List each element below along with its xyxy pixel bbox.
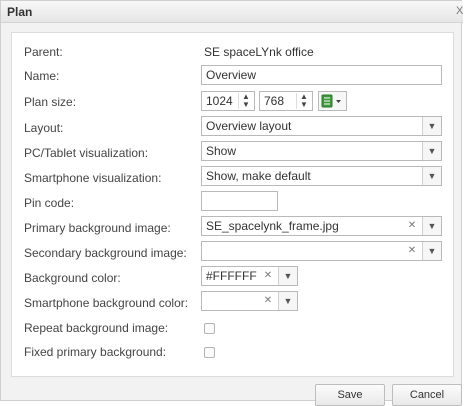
close-icon[interactable]: X [456, 5, 463, 17]
clear-icon[interactable]: ✕ [405, 218, 419, 234]
primary-bg-label: Primary background image: [24, 221, 171, 235]
chevron-down-icon[interactable]: ▼ [422, 217, 441, 235]
plan-height-input[interactable]: 768 ▲ ▼ [259, 91, 313, 111]
pc-tablet-label: PC/Tablet visualization: [24, 146, 149, 160]
layout-select[interactable]: Overview layout ▼ [201, 116, 442, 136]
secondary-bg-select[interactable]: ✕ ▼ [201, 241, 442, 261]
layout-select-value: Overview layout [206, 119, 292, 133]
clear-icon[interactable]: ✕ [261, 293, 275, 309]
width-spinner-icon[interactable]: ▲ ▼ [238, 93, 253, 109]
clear-icon[interactable]: ✕ [405, 243, 419, 259]
bg-color-picker[interactable]: #FFFFFF ✕ ▼ [201, 266, 298, 286]
parent-label: Parent: [24, 45, 63, 59]
name-input[interactable]: Overview [201, 65, 442, 85]
name-input-value: Overview [206, 68, 257, 82]
pc-tablet-select[interactable]: Show ▼ [201, 141, 442, 161]
repeat-bg-label: Repeat background image: [24, 321, 169, 335]
smartphone-label: Smartphone visualization: [24, 171, 162, 185]
bg-color-value: #FFFFFF [206, 269, 257, 283]
dialog-title: Plan [7, 5, 33, 19]
chevron-down-icon[interactable]: ▼ [422, 242, 441, 260]
primary-bg-select[interactable]: SE_spacelynk_frame.jpg ✕ ▼ [201, 216, 442, 236]
plan-dialog: Plan X Parent: SE spaceLYnk office Name:… [0, 0, 463, 406]
resize-icon [321, 94, 341, 108]
smartphone-select-value: Show, make default [206, 169, 311, 183]
plan-size-menu-button[interactable] [318, 91, 347, 111]
height-spinner-icon[interactable]: ▲ ▼ [296, 93, 311, 109]
pin-code-label: Pin code: [24, 196, 75, 210]
clear-icon[interactable]: ✕ [261, 268, 275, 284]
chevron-down-icon[interactable]: ▼ [278, 292, 297, 310]
dialog-titlebar[interactable]: Plan X [1, 1, 463, 23]
primary-bg-value: SE_spacelynk_frame.jpg [206, 219, 339, 233]
parent-value: SE spaceLYnk office [204, 45, 314, 59]
secondary-bg-label: Secondary background image: [24, 246, 187, 260]
chevron-down-icon[interactable]: ▼ [422, 167, 441, 185]
bg-color-label: Background color: [24, 271, 121, 285]
pc-tablet-select-value: Show [206, 144, 237, 158]
smartphone-select[interactable]: Show, make default ▼ [201, 166, 442, 186]
plan-width-input[interactable]: 1024 ▲ ▼ [201, 91, 255, 111]
smartphone-bg-color-label: Smartphone background color: [24, 296, 189, 310]
repeat-bg-checkbox[interactable] [204, 323, 215, 334]
chevron-down-icon[interactable]: ▼ [278, 267, 297, 285]
fixed-primary-bg-label: Fixed primary background: [24, 345, 167, 359]
plan-width-value: 1024 [206, 94, 233, 108]
plan-size-label: Plan size: [24, 95, 77, 109]
smartphone-bg-color-picker[interactable]: ✕ ▼ [201, 291, 298, 311]
layout-label: Layout: [24, 121, 64, 135]
name-label: Name: [24, 69, 60, 83]
chevron-down-icon[interactable]: ▼ [422, 142, 441, 160]
pin-code-input[interactable] [201, 191, 278, 211]
fixed-primary-bg-checkbox[interactable] [204, 347, 215, 358]
plan-height-value: 768 [264, 94, 285, 108]
chevron-down-icon[interactable]: ▼ [422, 117, 441, 135]
